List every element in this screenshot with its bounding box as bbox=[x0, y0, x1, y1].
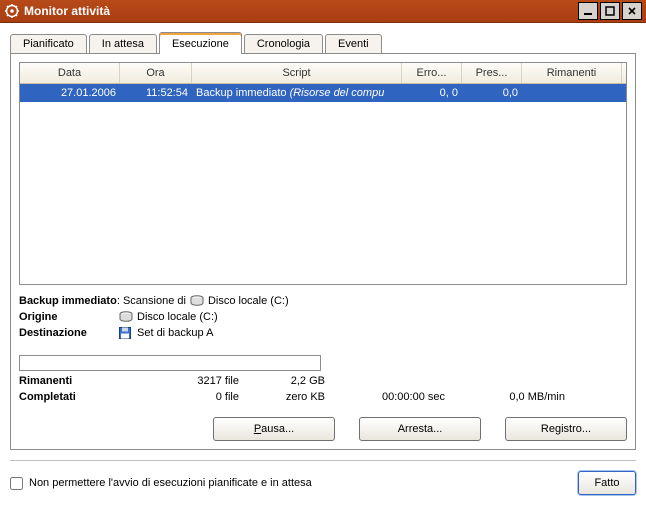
col-rimanenti[interactable]: Rimanenti bbox=[522, 63, 622, 83]
col-script[interactable]: Script bbox=[192, 63, 402, 83]
table-header: Data Ora Script Erro... Pres... Rimanent… bbox=[20, 63, 626, 84]
col-prestazioni[interactable]: Pres... bbox=[462, 63, 522, 83]
cell-data: 27.01.2006 bbox=[20, 87, 120, 99]
completati-files: 0 file bbox=[149, 391, 239, 403]
disk-icon bbox=[119, 311, 133, 323]
client-area: Pianificato In attesa Esecuzione Cronolo… bbox=[0, 23, 646, 526]
tab-inattesa[interactable]: In attesa bbox=[89, 34, 157, 53]
rimanenti-size: 2,2 GB bbox=[239, 375, 325, 387]
rimanenti-label: Rimanenti bbox=[19, 375, 72, 387]
destinazione-value: Set di backup A bbox=[137, 325, 213, 341]
table-body: 27.01.2006 11:52:54 Backup immediato (Ri… bbox=[20, 84, 626, 284]
cell-errori: 0, 0 bbox=[402, 87, 462, 99]
maximize-button[interactable] bbox=[600, 2, 620, 20]
window-controls bbox=[578, 2, 642, 20]
cell-ora: 11:52:54 bbox=[120, 87, 192, 99]
cell-script: Backup immediato (Risorse del compu bbox=[192, 87, 402, 99]
minimize-button[interactable] bbox=[578, 2, 598, 20]
origine-label: Origine bbox=[19, 309, 115, 325]
backup-label: Backup immediato: Scansione di bbox=[19, 293, 186, 309]
origine-value: Disco locale (C:) bbox=[137, 309, 218, 325]
tab-esecuzione[interactable]: Esecuzione bbox=[159, 32, 242, 54]
table-row[interactable]: 27.01.2006 11:52:54 Backup immediato (Ri… bbox=[20, 84, 626, 102]
done-button[interactable]: Fatto bbox=[578, 471, 636, 495]
tab-eventi[interactable]: Eventi bbox=[325, 34, 382, 53]
close-button[interactable] bbox=[622, 2, 642, 20]
app-gear-icon bbox=[4, 3, 20, 19]
completati-label: Completati bbox=[19, 391, 76, 403]
activity-table: Data Ora Script Erro... Pres... Rimanent… bbox=[19, 62, 627, 285]
disk-icon bbox=[190, 295, 204, 307]
throughput: 0,0 MB/min bbox=[445, 391, 565, 403]
destinazione-label: Destinazione bbox=[19, 325, 115, 341]
suppress-checkbox-input[interactable] bbox=[10, 477, 23, 490]
pause-button[interactable]: Pausa... bbox=[213, 417, 335, 441]
stop-button[interactable]: Arresta... bbox=[359, 417, 481, 441]
cell-prestazioni: 0,0 bbox=[462, 87, 522, 99]
log-button[interactable]: Registro... bbox=[505, 417, 627, 441]
completati-size: zero KB bbox=[239, 391, 325, 403]
rimanenti-files: 3217 file bbox=[149, 375, 239, 387]
progress-bar bbox=[19, 355, 321, 371]
elapsed-time: 00:00:00 sec bbox=[325, 391, 445, 403]
suppress-checkbox-label: Non permettere l'avvio di esecuzioni pia… bbox=[29, 477, 312, 489]
tab-bar: Pianificato In attesa Esecuzione Cronolo… bbox=[10, 31, 636, 54]
title-bar: Monitor attività bbox=[0, 0, 646, 23]
floppy-icon bbox=[119, 327, 133, 339]
col-errori[interactable]: Erro... bbox=[402, 63, 462, 83]
col-data[interactable]: Data bbox=[20, 63, 120, 83]
info-block: Backup immediato: Scansione di Disco loc… bbox=[19, 293, 627, 341]
action-buttons: Pausa... Arresta... Registro... bbox=[19, 417, 627, 441]
tab-pianificato[interactable]: Pianificato bbox=[10, 34, 87, 53]
window-title: Monitor attività bbox=[24, 4, 578, 18]
col-ora[interactable]: Ora bbox=[120, 63, 192, 83]
suppress-checkbox[interactable]: Non permettere l'avvio di esecuzioni pia… bbox=[10, 477, 312, 490]
panel-esecuzione: Data Ora Script Erro... Pres... Rimanent… bbox=[10, 54, 636, 450]
tab-cronologia[interactable]: Cronologia bbox=[244, 34, 323, 53]
progress-area: Rimanenti 3217 file 2,2 GB Completati 0 … bbox=[19, 355, 627, 403]
footer: Non permettere l'avvio di esecuzioni pia… bbox=[10, 460, 636, 495]
backup-disk: Disco locale (C:) bbox=[208, 293, 289, 309]
